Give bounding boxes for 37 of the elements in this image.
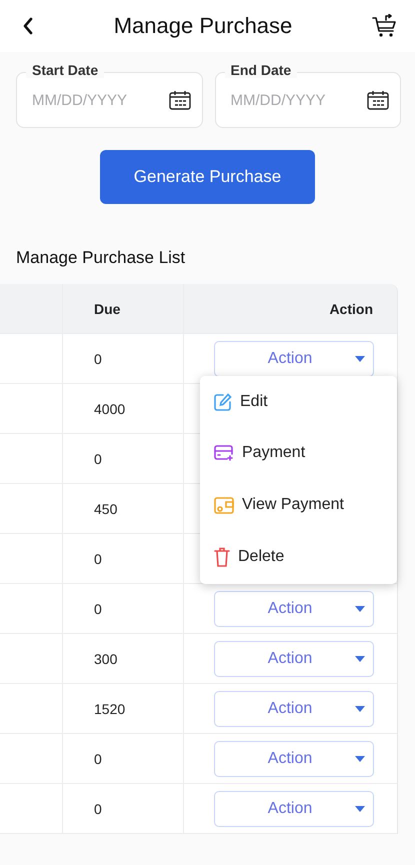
page-title: Manage Purchase <box>112 13 294 39</box>
due-amount: 300 <box>94 650 118 666</box>
action-dropdown[interactable]: Action <box>214 690 374 726</box>
action-dropdown[interactable]: Action <box>214 640 374 676</box>
caret-icon <box>355 756 365 762</box>
calendar-icon[interactable] <box>367 90 389 110</box>
back-icon[interactable] <box>22 17 34 35</box>
action-dropdown[interactable]: Action <box>214 340 374 376</box>
caret-icon <box>355 356 365 362</box>
action-dropdown[interactable]: Action <box>214 740 374 776</box>
table-header-cell-text: Action <box>328 300 374 318</box>
due-amount: 4000 <box>94 400 126 416</box>
due-amount: 0 <box>94 450 102 466</box>
due-amount: 1520 <box>94 700 126 716</box>
menu-item[interactable]: Delete <box>214 547 383 568</box>
menu-item[interactable]: Edit <box>214 392 383 411</box>
caret-icon <box>355 606 365 612</box>
due-amount: 0 <box>94 800 102 816</box>
caret-icon <box>355 806 365 812</box>
generate-purchase-button[interactable]: Generate Purchase <box>100 150 315 204</box>
caret-icon <box>355 656 365 662</box>
cart-icon[interactable] <box>372 14 398 38</box>
caret-icon <box>355 706 365 712</box>
table-header-cell: Due <box>63 284 184 333</box>
due-amount: 0 <box>94 750 102 766</box>
due-amount: 0 <box>94 350 102 366</box>
menu-item[interactable]: Payment <box>214 444 383 462</box>
field-label: End Date <box>224 62 298 78</box>
due-amount: 0 <box>94 550 102 566</box>
menu-item[interactable]: View Payment <box>214 496 383 514</box>
field-label: Start Date <box>26 62 104 78</box>
due-amount: 0 <box>94 600 102 616</box>
list-title: Manage Purchase List <box>15 247 186 269</box>
action-dropdown[interactable]: Action <box>214 790 374 826</box>
due-amount: 450 <box>94 500 118 516</box>
action-dropdown[interactable]: Action <box>214 590 374 626</box>
calendar-icon[interactable] <box>168 90 190 110</box>
